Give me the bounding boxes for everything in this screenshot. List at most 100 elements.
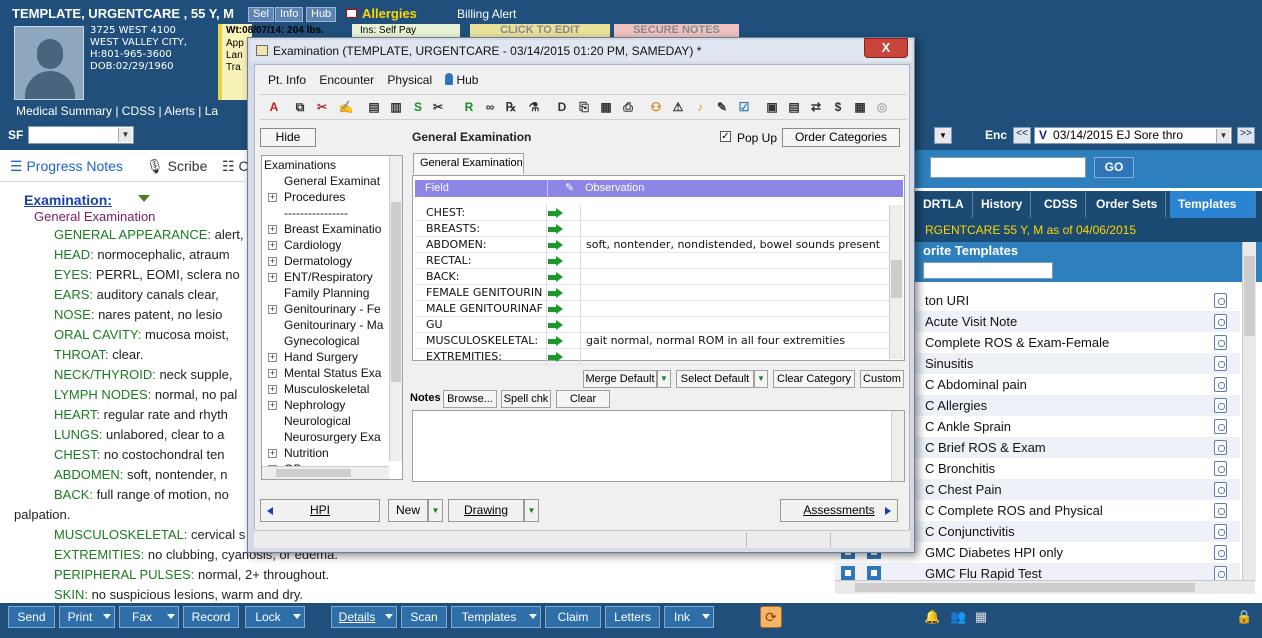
print-button[interactable]: Print [59,606,115,628]
menu-encounter[interactable]: Encounter [319,73,374,87]
hpi-button[interactable]: HPI [260,499,380,522]
grid-row[interactable]: MALE GENITOURINAF [414,301,889,317]
notes-scrollbar[interactable] [891,411,904,481]
preview-icon[interactable] [1214,566,1227,580]
clear-button[interactable]: Clear [556,390,610,408]
claim-button[interactable]: Claim [545,606,601,628]
notes-textarea[interactable] [412,410,905,482]
s-icon[interactable]: S [410,99,426,115]
green-arrow-icon[interactable] [548,240,564,250]
grid-row[interactable]: RECTAL: [414,253,889,269]
scroll-thumb[interactable] [276,469,351,477]
flow-icon[interactable]: ⇄ [808,99,824,115]
tree-node[interactable]: ---------------- [262,205,390,221]
tab-templates[interactable]: Templates [1170,191,1256,218]
preview-icon[interactable] [1214,335,1227,350]
hide-button[interactable]: Hide [260,128,316,147]
tree-node[interactable]: + Procedures [262,189,390,205]
template-hscrollbar[interactable] [835,580,1255,594]
grid-row[interactable]: CHEST: [414,205,889,221]
stop-icon[interactable] [867,566,881,580]
copy-icon[interactable]: ⧉ [292,99,308,115]
grid-row[interactable]: GU [414,317,889,333]
eraser-icon[interactable]: ✂ [314,99,330,115]
assessments-button[interactable]: Assessments [780,499,898,522]
expand-icon[interactable]: + [268,257,277,266]
allergies-link[interactable]: Allergies [362,6,417,21]
select-default-button[interactable]: Select Default [676,370,754,388]
preview-icon[interactable] [1214,524,1227,539]
bell-icon[interactable]: 🔔 [924,609,940,625]
chevron-down-icon[interactable]: ▼ [657,370,671,388]
tab-drtla[interactable]: DRTLA [915,191,973,218]
template-row[interactable]: GMC Flu Rapid Test [835,563,1240,580]
checklist-icon[interactable]: ☑ [736,99,752,115]
tree-node[interactable]: + Nutrition [262,445,390,461]
green-arrow-icon[interactable] [548,288,564,298]
menu-physical[interactable]: Physical [387,73,432,87]
tab-order-sets[interactable]: Order Sets [1088,191,1167,218]
letters-button[interactable]: Letters [605,606,660,628]
spell-check-button[interactable]: Spell chk [501,390,551,408]
menu-hub[interactable]: Hub [445,73,488,87]
tree-node[interactable]: + Dermatology [262,253,390,269]
expand-icon[interactable]: + [268,241,277,250]
sf-select[interactable]: ▼ [28,126,134,144]
expand-icon[interactable]: + [268,193,277,202]
refresh-disabled-icon[interactable]: ◎ [874,99,890,115]
order-categories-button[interactable]: Order Categories [782,128,900,147]
rx-icon[interactable]: ⎘ [576,99,592,115]
tree-node[interactable]: Neurosurgery Exa [262,429,390,445]
print-icon[interactable]: ⎙ [620,99,636,115]
green-arrow-icon[interactable] [548,256,564,266]
tree-node[interactable]: Genitourinary - Ma [262,317,390,333]
templates-button[interactable]: Templates [451,606,541,628]
collapse-triangle-icon[interactable] [138,195,150,202]
scroll-thumb[interactable] [891,260,902,298]
expand-icon[interactable]: + [268,353,277,362]
tree-node[interactable]: Neurological [262,413,390,429]
lock-icon[interactable]: 🔒 [1236,609,1252,625]
clip-icon[interactable]: ✎ [714,99,730,115]
expand-icon[interactable]: + [268,273,277,282]
tree-node[interactable]: Examinations [262,157,390,173]
ink-button[interactable]: Ink [664,606,714,628]
grid-row[interactable]: ABDOMEN: soft, nontender, nondistended, b… [414,237,889,253]
expand-icon[interactable]: + [268,369,277,378]
docs-icon[interactable]: ▤ [786,99,802,115]
table-icon[interactable]: ▦ [852,99,868,115]
tree-node[interactable]: + Hand Surgery [262,349,390,365]
r-icon[interactable]: R [461,99,477,115]
grid-row[interactable]: BREASTS: [414,221,889,237]
send-button[interactable]: Send [8,606,55,628]
tree-node[interactable]: Gynecological [262,333,390,349]
custom-button[interactable]: Custom [860,370,904,388]
green-arrow-icon[interactable] [548,208,564,218]
sel-tag[interactable]: Sel [248,7,274,22]
green-arrow-icon[interactable] [548,352,564,362]
browse-button[interactable]: Browse... [443,390,497,408]
chevron-down-icon[interactable]: ▼ [1216,129,1230,143]
menu-pt-info[interactable]: Pt. Info [268,73,306,87]
chevron-down-icon[interactable]: ▼ [754,370,768,388]
tab-cdss[interactable]: CDSS [1036,191,1087,218]
click-to-edit-button[interactable]: CLICK TO EDIT [470,24,610,38]
preview-icon[interactable] [1214,461,1227,476]
sign-icon[interactable]: ✍ [338,99,354,115]
enc-prev-button[interactable]: << [1013,127,1031,144]
green-arrow-icon[interactable] [548,336,564,346]
clear-category-button[interactable]: Clear Category [773,370,855,388]
details-button[interactable]: Details [331,606,397,628]
preview-icon[interactable] [1214,356,1227,371]
preview-icon[interactable] [1214,314,1227,329]
preview-icon[interactable] [1214,440,1227,455]
refresh-icon[interactable]: ⟳ [760,606,782,628]
id-icon[interactable]: ⚠ [670,99,686,115]
tab-history[interactable]: History [973,191,1032,218]
record-button[interactable]: Record [183,606,239,628]
patient-photo[interactable] [14,26,84,100]
observation-cell[interactable]: gait normal, normal ROM in all four extr… [586,334,845,347]
tree-node[interactable]: + Cardiology [262,237,390,253]
close-icon[interactable]: X [864,38,908,58]
tree-node[interactable]: Family Planning [262,285,390,301]
